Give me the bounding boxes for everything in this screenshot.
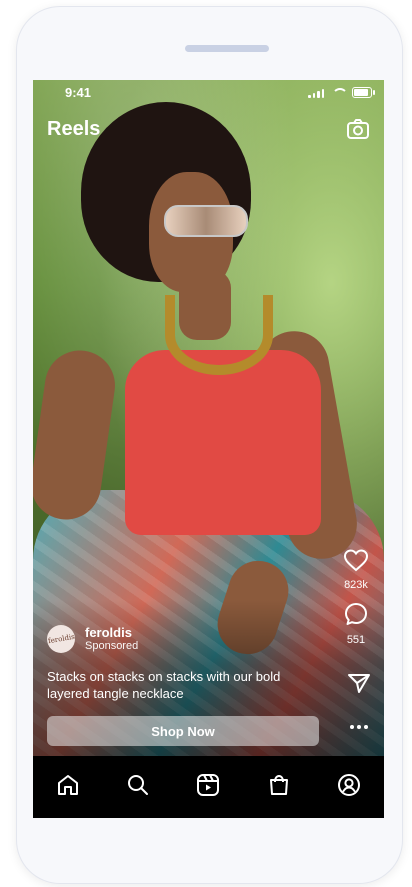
tab-search[interactable] — [124, 773, 152, 801]
tab-home[interactable] — [54, 773, 82, 801]
wifi-icon — [331, 87, 348, 98]
more-options-icon[interactable] — [350, 725, 368, 731]
speaker-slot — [185, 45, 269, 52]
heart-icon[interactable] — [343, 548, 369, 577]
post-caption: Stacks on stacks on stacks with our bold… — [47, 669, 281, 701]
author-meta: feroldis Sponsored — [85, 626, 139, 653]
tab-profile[interactable] — [335, 773, 363, 801]
signal-icon — [308, 88, 324, 98]
comment-count: 551 — [346, 634, 366, 646]
search-icon — [125, 772, 151, 803]
battery-icon — [352, 87, 375, 98]
reel-image-necklace — [165, 295, 273, 375]
status-time: 9:41 — [65, 85, 92, 100]
bottom-navigation — [33, 756, 384, 818]
comment-action[interactable]: 551 — [338, 601, 374, 646]
phone-screen: 9:41 Reels 823k 551 feroldis feroldis Sp… — [33, 80, 384, 818]
shop-icon — [266, 772, 292, 803]
page-title: Reels — [47, 118, 101, 140]
status-icons — [308, 87, 375, 98]
like-action[interactable]: 823k — [338, 548, 374, 591]
reel-image-sunglasses — [164, 205, 248, 237]
sponsored-label: Sponsored — [85, 640, 139, 652]
reel-actions: 823k 551 — [338, 548, 374, 656]
tab-reels[interactable] — [194, 773, 222, 801]
avatar[interactable]: feroldis — [47, 625, 75, 653]
comment-icon[interactable] — [343, 601, 369, 632]
share-icon[interactable] — [346, 672, 372, 694]
like-count: 823k — [344, 579, 368, 591]
avatar-logo-text: feroldis — [47, 632, 75, 646]
shop-now-button[interactable]: Shop Now — [47, 716, 319, 746]
username[interactable]: feroldis — [85, 626, 138, 640]
status-bar: 9:41 — [33, 80, 384, 102]
reel-image-top — [125, 350, 321, 535]
home-icon — [55, 772, 81, 803]
reels-icon — [195, 772, 221, 803]
camera-icon[interactable] — [346, 118, 370, 140]
tab-shop[interactable] — [265, 773, 293, 801]
profile-icon — [336, 772, 362, 803]
post-author[interactable]: feroldis feroldis Sponsored — [47, 625, 138, 653]
